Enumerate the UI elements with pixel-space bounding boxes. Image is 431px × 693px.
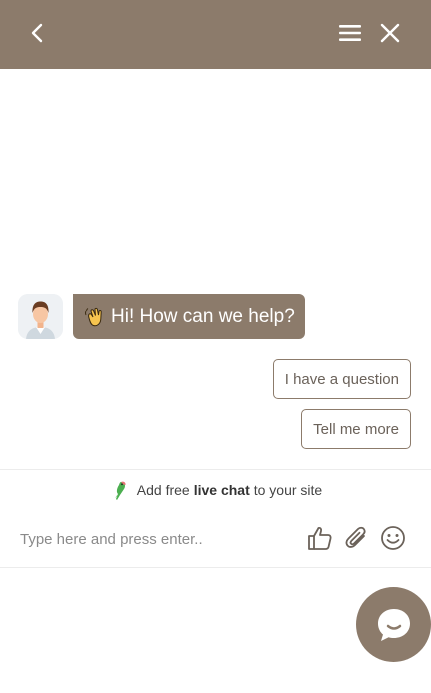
- message-input[interactable]: [20, 524, 290, 554]
- quick-reply-tell-more[interactable]: Tell me more: [301, 409, 411, 449]
- chevron-left-icon: [31, 23, 43, 43]
- close-icon: [380, 23, 400, 43]
- close-button[interactable]: [374, 17, 406, 49]
- agent-avatar: [18, 294, 63, 339]
- menu-button[interactable]: [334, 17, 366, 49]
- promo-banner[interactable]: Add free live chat to your site: [0, 470, 431, 510]
- back-button[interactable]: [22, 17, 54, 49]
- chat-header: [0, 0, 431, 69]
- quick-reply-question[interactable]: I have a question: [272, 359, 411, 399]
- promo-suffix: to your site: [253, 482, 323, 498]
- divider: [0, 567, 431, 568]
- chat-bubble-icon: [377, 608, 410, 641]
- greeting-bubble: Hi! How can we help?: [73, 294, 305, 339]
- chat-launcher-button[interactable]: [356, 587, 431, 662]
- promo-prefix: Add free: [136, 482, 190, 498]
- parrot-logo-icon: [114, 481, 126, 500]
- waving-hand-icon: [85, 307, 102, 326]
- hamburger-menu-icon: [339, 25, 361, 41]
- message-composer: [0, 512, 431, 567]
- promo-link[interactable]: live chat: [194, 482, 250, 498]
- thumbs-up-icon[interactable]: [306, 524, 334, 552]
- greeting-text: Hi! How can we help?: [111, 305, 295, 327]
- smiley-icon[interactable]: [379, 524, 407, 552]
- paperclip-icon[interactable]: [343, 524, 371, 552]
